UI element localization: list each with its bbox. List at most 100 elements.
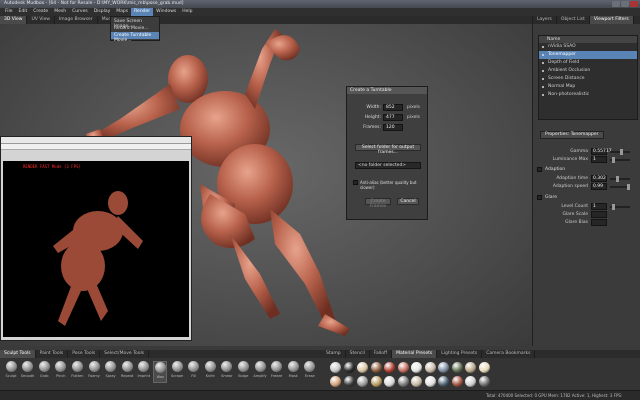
tab-object-list[interactable]: Object List	[557, 16, 590, 24]
material-preset-swatch[interactable]	[357, 362, 368, 373]
tab-layers[interactable]: Layers	[533, 16, 557, 24]
slider-knob[interactable]	[620, 149, 623, 155]
toggle-dot-icon[interactable]	[542, 94, 544, 96]
luminance-slider[interactable]	[610, 157, 630, 163]
tool-bulge-button[interactable]: Bulge	[236, 361, 250, 383]
adaption-speed-input[interactable]: 0.99	[591, 183, 607, 190]
menu-render[interactable]: Render	[131, 8, 154, 16]
tab-viewport-filters[interactable]: Viewport Filters	[589, 16, 634, 24]
tab-sculpt-tools[interactable]: Sculpt Tools	[0, 350, 36, 358]
material-preset-swatch[interactable]	[451, 362, 463, 373]
tool-amplify-button[interactable]: Amplify	[253, 361, 267, 383]
tab-stamp[interactable]: Stamp	[322, 350, 346, 358]
tool-spray-button[interactable]: Spray	[104, 361, 118, 383]
maximize-button[interactable]	[621, 1, 629, 7]
gamma-slider[interactable]	[610, 149, 630, 155]
adaption-time-slider[interactable]	[610, 176, 630, 182]
toggle-dot-icon[interactable]	[542, 54, 544, 56]
tool-pinch-button[interactable]: Pinch	[54, 361, 68, 383]
tool-knife-button[interactable]: Knife	[203, 361, 217, 383]
properties-tab[interactable]: Properties: Tonemapper	[540, 131, 604, 139]
tool-imprint-button[interactable]: Imprint	[137, 361, 151, 383]
minimize-button[interactable]	[612, 1, 620, 7]
cancel-button[interactable]: Cancel	[397, 198, 419, 205]
tab-paint-tools[interactable]: Paint Tools	[36, 350, 69, 358]
close-button[interactable]	[630, 1, 638, 7]
menu-mesh[interactable]: Mesh	[51, 8, 69, 16]
glare-checkbox[interactable]	[537, 195, 542, 200]
height-input[interactable]: 477	[383, 114, 403, 121]
material-preset-swatch[interactable]	[465, 376, 476, 387]
tool-sculpt-button[interactable]: Sculpt	[4, 361, 18, 383]
material-preset-swatch[interactable]	[357, 376, 368, 387]
filter-item-screen-distance[interactable]: Screen Distance	[539, 75, 637, 83]
tool-wax-button[interactable]: Wax	[153, 361, 168, 383]
slider-knob[interactable]	[612, 157, 615, 163]
adaption-speed-slider[interactable]	[610, 184, 630, 190]
filter-item-ambient-occlusion[interactable]: Ambient Occlusion	[539, 67, 637, 75]
tool-scrape-button[interactable]: Scrape	[170, 361, 184, 383]
menu-save-screen-image[interactable]: Save Screen Image...	[111, 18, 159, 29]
tab-3d-view[interactable]: 3D View	[0, 16, 28, 24]
filter-item-tonemapper[interactable]: Tonemapper	[539, 51, 637, 59]
tab-material-presets[interactable]: Material Presets	[392, 350, 438, 358]
adaption-checkbox[interactable]	[537, 167, 542, 172]
material-preset-swatch[interactable]	[370, 362, 382, 373]
slider-knob[interactable]	[612, 204, 615, 210]
tool-mask-button[interactable]: Mask	[286, 361, 300, 383]
menu-create-turntable-movie[interactable]: Create Turntable Movie...	[111, 32, 159, 43]
toggle-dot-icon[interactable]	[542, 86, 544, 88]
material-preset-swatch[interactable]	[438, 362, 449, 373]
filter-item-normal-map[interactable]: Normal Map	[539, 83, 637, 91]
output-folder-field[interactable]: <no folder selected>	[355, 162, 421, 169]
material-preset-swatch[interactable]	[343, 376, 355, 387]
gamma-input[interactable]: 0.55717	[591, 148, 612, 155]
menu-maps[interactable]: Maps	[113, 8, 131, 16]
tab-camera-bookmarks[interactable]: Camera Bookmarks	[482, 350, 536, 358]
frames-input[interactable]: 120	[383, 124, 403, 131]
material-preset-swatch[interactable]	[424, 376, 436, 387]
antialias-checkbox[interactable]	[353, 180, 358, 185]
menu-help[interactable]: Help	[179, 8, 195, 16]
material-preset-swatch[interactable]	[478, 376, 490, 387]
tool-fill-button[interactable]: Fill	[187, 361, 201, 383]
tool-flatten-button[interactable]: Flatten	[70, 361, 84, 383]
tool-freeze-button[interactable]: Freeze	[270, 361, 284, 383]
material-preset-swatch[interactable]	[478, 362, 490, 373]
glare-scale-input[interactable]	[591, 211, 607, 218]
material-preset-swatch[interactable]	[438, 376, 449, 387]
level-count-slider[interactable]	[610, 204, 630, 210]
menu-display[interactable]: Display	[91, 8, 114, 16]
toggle-dot-icon[interactable]	[542, 70, 544, 72]
menu-windows[interactable]: Windows	[153, 8, 179, 16]
menu-curves[interactable]: Curves	[69, 8, 91, 16]
material-preset-swatch[interactable]	[384, 362, 395, 373]
toggle-dot-icon[interactable]	[542, 62, 544, 64]
slider-knob[interactable]	[627, 184, 630, 190]
width-input[interactable]: 852	[383, 104, 403, 111]
select-folder-button[interactable]: Select folder for output frames...	[355, 144, 421, 155]
level-count-input[interactable]: 1	[591, 203, 607, 210]
tool-smooth-button[interactable]: Smooth	[21, 361, 35, 383]
adaption-time-input[interactable]: 0.302	[591, 175, 607, 182]
material-preset-swatch[interactable]	[397, 376, 409, 387]
material-preset-swatch[interactable]	[330, 362, 341, 373]
slider-knob[interactable]	[616, 176, 619, 182]
menu-create[interactable]: Create	[30, 8, 51, 16]
luminance-input[interactable]: 1	[591, 156, 607, 163]
material-preset-swatch[interactable]	[411, 362, 422, 373]
glare-bias-input[interactable]	[591, 219, 607, 226]
filter-item-depth-of-field[interactable]: Depth of Field	[539, 59, 637, 67]
toggle-dot-icon[interactable]	[542, 46, 544, 48]
tool-grab-button[interactable]: Grab	[37, 361, 51, 383]
tab-stencil[interactable]: Stencil	[346, 350, 370, 358]
create-frames-button[interactable]: Create Frames	[365, 198, 391, 209]
tool-foamy-button[interactable]: Foamy	[87, 361, 101, 383]
material-preset-swatch[interactable]	[411, 376, 422, 387]
menu-record-movie[interactable]: Record Movie...	[111, 25, 159, 32]
tab-uv-view[interactable]: UV View	[27, 16, 55, 24]
tool-smear-button[interactable]: Smear	[220, 361, 234, 383]
menu-file[interactable]: File	[2, 8, 16, 16]
tab-lighting-presets[interactable]: Lighting Presets	[437, 350, 483, 358]
material-preset-swatch[interactable]	[397, 362, 409, 373]
